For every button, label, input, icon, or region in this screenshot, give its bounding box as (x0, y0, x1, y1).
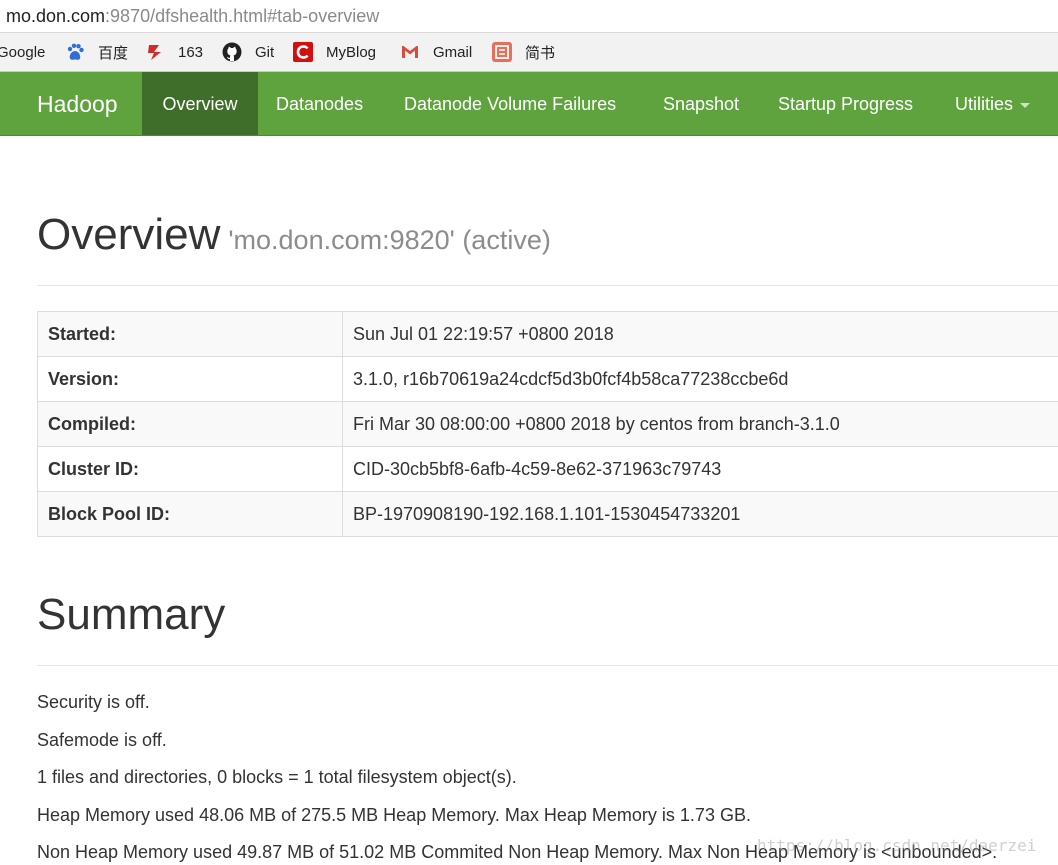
csdn-icon (293, 42, 313, 62)
table-row: Started: Sun Jul 01 22:19:57 +0800 2018 (37, 311, 1058, 357)
divider (37, 665, 1058, 666)
bookmark-jianshu[interactable]: 简书 (492, 33, 555, 71)
address-bar[interactable]: mo.don.com:9870/dfshealth.html#tab-overv… (0, 0, 1058, 33)
page-title: Overview (37, 210, 221, 259)
table-row: Cluster ID: CID-30cb5bf8-6afb-4c59-8e62-… (37, 446, 1058, 492)
bookmark-gmail[interactable]: Gmail (400, 33, 472, 71)
github-icon (222, 42, 242, 62)
nav-utilities-label: Utilities (955, 94, 1014, 114)
netease-icon (145, 42, 165, 62)
page-subtitle: 'mo.don.com:9820' (active) (228, 225, 551, 255)
bookmark-label: 简书 (525, 44, 556, 62)
nav-datanodes[interactable]: Datanodes (276, 72, 363, 135)
url-text[interactable]: mo.don.com:9870/dfshealth.html#tab-overv… (6, 5, 379, 27)
summary-line: Safemode is off. (37, 730, 167, 750)
bookmark-label: Git (255, 43, 275, 61)
bookmark-google[interactable]: Google (0, 33, 45, 71)
row-value: CID-30cb5bf8-6afb-4c59-8e62-371963c79743 (342, 446, 1058, 492)
summary-heading: Summary (37, 590, 226, 639)
table-row: Version: 3.1.0, r16b70619a24cdcf5d3b0fcf… (37, 356, 1058, 402)
bookmark-label: Google (0, 43, 46, 61)
bookmark-163[interactable]: 163 (145, 33, 203, 71)
bookmark-label: 百度 (98, 44, 129, 62)
nav-snapshot[interactable]: Snapshot (663, 72, 739, 135)
nav-utilities[interactable]: Utilities (955, 72, 1031, 135)
row-key: Block Pool ID: (37, 491, 343, 537)
divider (37, 285, 1058, 286)
bookmark-myblog[interactable]: MyBlog (293, 33, 376, 71)
gmail-icon (400, 42, 420, 62)
baidu-paw-icon (65, 42, 85, 62)
caret-down-icon (1020, 102, 1031, 108)
bookmark-label: MyBlog (326, 43, 377, 61)
row-value: BP-1970908190-192.168.1.101-153045473320… (342, 491, 1058, 537)
bookmark-baidu[interactable]: 百度 (65, 33, 128, 71)
overview-table: Started: Sun Jul 01 22:19:57 +0800 2018 … (37, 311, 1058, 537)
row-key: Cluster ID: (37, 446, 343, 492)
row-value: Fri Mar 30 08:00:00 +0800 2018 by centos… (342, 401, 1058, 447)
bookmark-label: 163 (178, 43, 204, 61)
row-key: Started: (37, 311, 343, 357)
overview-heading: Overview'mo.don.com:9820' (active) (37, 210, 551, 260)
table-row: Block Pool ID: BP-1970908190-192.168.1.1… (37, 491, 1058, 537)
table-row: Compiled: Fri Mar 30 08:00:00 +0800 2018… (37, 401, 1058, 447)
row-value: 3.1.0, r16b70619a24cdcf5d3b0fcf4b58ca772… (342, 356, 1058, 402)
watermark: https://blog.csdn.net/daerzei (757, 836, 1037, 855)
summary-line: 1 files and directories, 0 blocks = 1 to… (37, 767, 517, 787)
nav-datanode-volume-failures[interactable]: Datanode Volume Failures (404, 72, 616, 135)
hadoop-navbar: Hadoop Overview Datanodes Datanode Volum… (0, 72, 1058, 136)
url-host: mo.don.com (6, 6, 106, 26)
brand-logo[interactable]: Hadoop (37, 72, 118, 136)
row-key: Version: (37, 356, 343, 402)
nav-startup-progress[interactable]: Startup Progress (778, 72, 913, 135)
row-value: Sun Jul 01 22:19:57 +0800 2018 (342, 311, 1058, 357)
bookmarks-bar: Google 百度 163 Git MyBlog Gmail 简书 (0, 33, 1058, 72)
row-key: Compiled: (37, 401, 343, 447)
bookmark-label: Gmail (433, 43, 473, 61)
summary-line: Security is off. (37, 692, 150, 712)
bookmark-git[interactable]: Git (222, 33, 274, 71)
nav-overview[interactable]: Overview (142, 72, 258, 135)
summary-line: Heap Memory used 48.06 MB of 275.5 MB He… (37, 805, 751, 825)
jianshu-icon (492, 42, 512, 62)
url-path: :9870/dfshealth.html#tab-overview (105, 6, 380, 26)
